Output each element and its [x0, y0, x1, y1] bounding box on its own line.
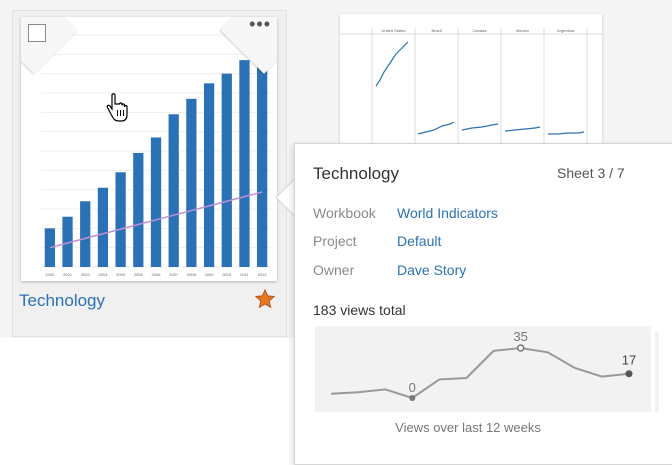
bar: [239, 60, 250, 268]
sheet-position: Sheet 3 / 7: [557, 165, 625, 181]
favorite-star-icon[interactable]: [254, 288, 276, 310]
column-header: Mexico: [516, 28, 529, 33]
series-line: [375, 41, 409, 87]
sparkline-last-point: [625, 370, 633, 378]
x-tick-label: 2003: [98, 272, 108, 277]
x-tick-label: 2002: [81, 272, 91, 277]
views-total: 183 views total: [313, 302, 406, 318]
bar: [221, 73, 232, 267]
x-tick-label: 2007: [169, 272, 179, 277]
column-header: Canada: [472, 28, 487, 33]
x-tick-label: 2001: [63, 272, 73, 277]
x-tick-label: 2008: [187, 272, 197, 277]
bar: [150, 137, 162, 267]
x-tick-label: 2005: [134, 272, 144, 277]
sparkline-background: [315, 326, 651, 412]
sparkline-last-label: 17: [622, 353, 636, 368]
column-header: Brazil: [431, 28, 441, 33]
project-label: Project: [313, 233, 357, 249]
popover-title: Technology: [313, 164, 400, 183]
sparkline-scroll-track: [655, 332, 659, 412]
series-line: [461, 123, 499, 131]
workbook-label: Workbook: [313, 205, 376, 221]
card-title[interactable]: Technology: [19, 291, 105, 311]
x-tick-label: 2010: [222, 272, 232, 277]
hand-cursor-icon: [106, 93, 128, 122]
x-tick-label: 2011: [240, 272, 249, 277]
bar-chart-thumbnail: 2000 2001 2002 2003 2004 2005 2006 2007 2008 2009…: [41, 34, 271, 277]
column-header: Argentina: [557, 28, 575, 33]
owner-label: Owner: [313, 262, 355, 278]
bar: [186, 98, 197, 267]
x-tick-label: 2000: [45, 272, 55, 277]
x-tick-label: 2009: [205, 272, 215, 277]
sheet-thumbnail-secondary[interactable]: United States Brazil Canada Mexico Argentina…: [340, 14, 602, 144]
bar: [97, 187, 109, 267]
bar: [80, 201, 91, 267]
series-line: [504, 126, 541, 132]
bar: [133, 152, 144, 267]
x-tick-label: 2012: [258, 272, 268, 277]
series-line: [548, 131, 585, 135]
workbook-link[interactable]: World Indicators: [397, 205, 498, 221]
owner-link[interactable]: Dave Story: [397, 262, 466, 278]
sheet-card-technology[interactable]: 2000 2001 2002 2003 2004 2005 2006 2007 2008 2009…: [12, 10, 287, 337]
select-checkbox[interactable]: [28, 24, 46, 42]
bar: [168, 114, 179, 268]
sheet-details-popover: Technology Sheet 3 / 7 Workbook World In…: [294, 143, 672, 465]
sparkline-min-label: 0: [409, 380, 416, 395]
sheet-thumbnail[interactable]: 2000 2001 2002 2003 2004 2005 2006 2007 2008 2009…: [21, 17, 277, 281]
background-lower-area: [0, 338, 300, 452]
bar: [203, 83, 215, 267]
panel-line-chart: United States Brazil Canada Mexico Argentina…: [340, 28, 602, 144]
more-options-icon[interactable]: •••: [249, 17, 271, 33]
column-header: United States: [381, 28, 405, 33]
bar: [115, 172, 126, 267]
series-line: [417, 121, 455, 135]
sparkline-caption: Views over last 12 weeks: [395, 420, 541, 435]
sparkline-max-point: [516, 344, 525, 352]
sparkline-max-label: 35: [513, 329, 527, 344]
views-sparkline: 0 35 17: [315, 326, 659, 412]
x-tick-label: 2004: [116, 272, 126, 277]
sparkline-min-point: [409, 395, 416, 401]
bar: [257, 48, 268, 268]
project-link[interactable]: Default: [397, 233, 441, 249]
x-tick-label: 2006: [152, 272, 162, 277]
